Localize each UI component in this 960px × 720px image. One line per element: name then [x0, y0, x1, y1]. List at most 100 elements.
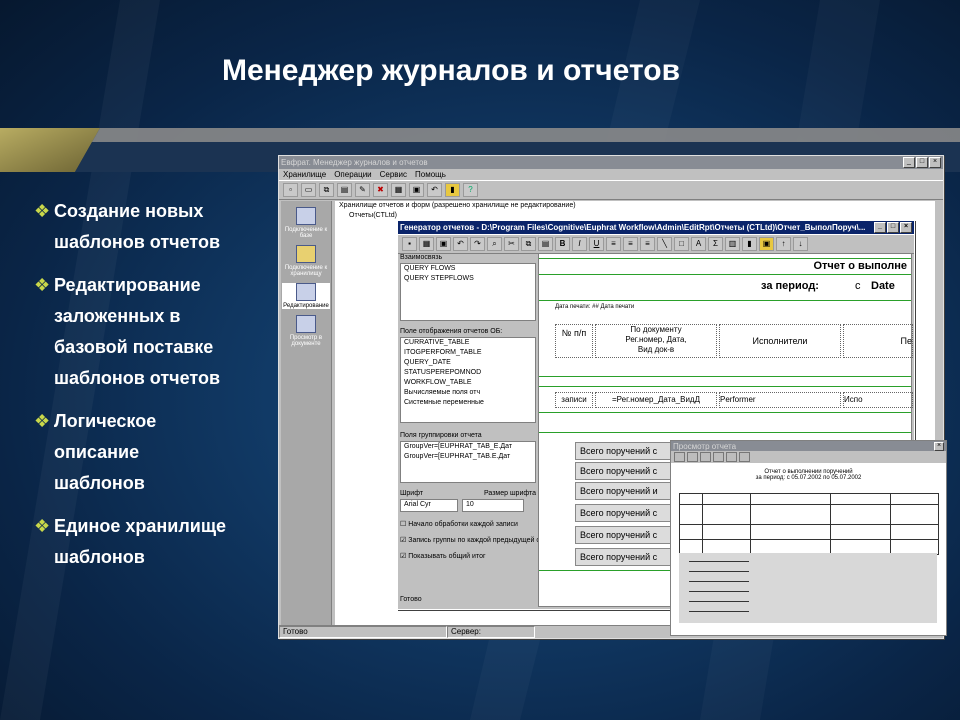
table-icon[interactable]: ▥ [725, 237, 740, 251]
italic-icon[interactable]: I [572, 237, 587, 251]
first-page-icon[interactable] [700, 452, 711, 462]
bullet-list: ❖ Создание новых шаблонов отчетов ❖ Редакт… [34, 196, 274, 585]
option-row[interactable]: ☑ Запись группы по каждой предыдущей сек… [400, 536, 559, 546]
zoom-icon[interactable] [687, 452, 698, 462]
close-button[interactable]: × [929, 157, 941, 168]
maximize-button[interactable]: □ [916, 157, 928, 168]
image-icon[interactable]: ▣ [759, 237, 774, 251]
list-item[interactable]: QUERY_DATE [401, 358, 535, 368]
col-num-header[interactable]: № п/п [555, 324, 593, 358]
generator-status: Готово [400, 596, 422, 603]
period-value: Date [871, 280, 895, 292]
last-page-icon[interactable] [739, 452, 750, 462]
underline-icon[interactable]: U [589, 237, 604, 251]
total-row[interactable]: Всего поручений с [575, 548, 677, 566]
report-title: Отчет о выполне [813, 260, 907, 272]
view-doc-button[interactable]: Просмотр в документе [282, 315, 330, 347]
total-row[interactable]: Всего поручений с [575, 504, 677, 522]
next-page-icon[interactable] [726, 452, 737, 462]
slide-title: Менеджер журналов и отчетов [222, 54, 681, 87]
open-icon[interactable]: ▭ [301, 183, 316, 197]
band-line [539, 432, 911, 433]
rect-icon[interactable]: □ [674, 237, 689, 251]
print-icon[interactable]: ▦ [391, 183, 406, 197]
font-select[interactable]: Arial Cyr [400, 499, 458, 512]
bold-icon[interactable]: B [555, 237, 570, 251]
total-row[interactable]: Всего поручений и [575, 482, 677, 500]
edit-mode-button[interactable]: Редактирование [282, 283, 330, 309]
list-item[interactable]: ITOGPERFORM_TABLE [401, 348, 535, 358]
menu-operations[interactable]: Операции [334, 170, 371, 179]
close-button[interactable]: × [934, 441, 944, 451]
tree-root[interactable]: Хранилище отчетов и форм (разрешено хран… [335, 201, 935, 211]
undo-icon[interactable]: ↶ [453, 237, 468, 251]
redo-icon[interactable]: ↷ [470, 237, 485, 251]
data-doc-cell[interactable]: =Рег.номер_Дата_ВидД [595, 392, 717, 408]
back-icon[interactable]: ↶ [427, 183, 442, 197]
list-item[interactable]: Системные переменные [401, 398, 535, 408]
line-icon[interactable]: ╲ [657, 237, 672, 251]
edit-icon[interactable]: ✎ [355, 183, 370, 197]
copy-icon[interactable]: ⧉ [319, 183, 334, 197]
font-size-select[interactable]: 10 [462, 499, 524, 512]
data-more-cell[interactable]: Испо [843, 392, 913, 408]
list-item[interactable]: QUERY STEPFLOWS [401, 274, 535, 284]
align-left-icon[interactable]: ≡ [606, 237, 621, 251]
list-item[interactable]: CURRATIVE_TABLE [401, 338, 535, 348]
list-item[interactable]: WORKFLOW_TABLE [401, 378, 535, 388]
save-icon[interactable]: ▪ [402, 237, 417, 251]
prev-page-icon[interactable] [713, 452, 724, 462]
preview-icon[interactable]: ▣ [436, 237, 451, 251]
copy-icon[interactable]: ⧉ [521, 237, 536, 251]
band-line [539, 274, 911, 275]
bullet-item: ❖ Редактирование заложенных в базовой пос… [34, 270, 274, 394]
paste-icon[interactable]: ▤ [337, 183, 352, 197]
total-row[interactable]: Всего поручений с [575, 462, 677, 480]
folder-icon[interactable]: ▮ [445, 183, 460, 197]
maximize-button[interactable]: □ [887, 222, 899, 233]
sum-icon[interactable]: Σ [708, 237, 723, 251]
status-server: Сервер: localhost:7120 [447, 626, 535, 638]
preview-icon[interactable]: ▣ [409, 183, 424, 197]
list-item[interactable]: QUERY FLOWS [401, 264, 535, 274]
connect-db-button[interactable]: Подключение к базе [282, 207, 330, 239]
option-row[interactable]: ☑ Показывать общий итог [400, 552, 536, 562]
sort-icon[interactable]: ↑ [776, 237, 791, 251]
sort-desc-icon[interactable]: ↓ [793, 237, 808, 251]
close-button[interactable]: × [900, 222, 912, 233]
list-item[interactable]: GroupVer=[EUPHRAT_TAB_E.Дат [401, 442, 535, 452]
align-right-icon[interactable]: ≡ [640, 237, 655, 251]
text-icon[interactable]: A [691, 237, 706, 251]
chart-icon[interactable]: ▮ [742, 237, 757, 251]
data-exec-cell[interactable]: Performer [719, 392, 841, 408]
minimize-button[interactable]: _ [903, 157, 915, 168]
align-center-icon[interactable]: ≡ [623, 237, 638, 251]
total-row[interactable]: Всего поручений с [575, 526, 677, 544]
print-icon[interactable] [674, 452, 685, 462]
print-icon[interactable]: ▦ [419, 237, 434, 251]
cut-icon[interactable]: ✂ [504, 237, 519, 251]
delete-icon[interactable]: ✖ [373, 183, 388, 197]
bullet-marker-icon: ❖ [34, 411, 51, 431]
option-row[interactable]: ☐ Начало обработки каждой записи [400, 520, 536, 530]
total-row[interactable]: Всего поручений с [575, 442, 677, 460]
new-icon[interactable]: ▫ [283, 183, 298, 197]
status-ready: Готово [279, 626, 447, 638]
menu-service[interactable]: Сервис [380, 170, 407, 179]
manager-toolbar: ▫ ▭ ⧉ ▤ ✎ ✖ ▦ ▣ ↶ ▮ ? [279, 180, 943, 200]
list-item[interactable]: GroupVer=[EUPHRAT_TAB.Е.Дат [401, 452, 535, 462]
col-doc-header[interactable]: По документу Рег.номер, Дата, Вид док-в [595, 324, 717, 358]
minimize-button[interactable]: _ [874, 222, 886, 233]
menu-storage[interactable]: Хранилище [283, 170, 326, 179]
list-item[interactable]: Вычисляемые поля отч [401, 388, 535, 398]
col-exec-header[interactable]: Исполнители [719, 324, 841, 358]
help-icon[interactable]: ? [463, 183, 478, 197]
edit-mode-label: Редактирование [283, 303, 329, 309]
list-item[interactable]: STATUSPEREPOMNOD [401, 368, 535, 378]
col-more-header[interactable]: Пе [843, 324, 913, 358]
zoom-icon[interactable]: ⌕ [487, 237, 502, 251]
connect-storage-button[interactable]: Подключение к хранилищу [282, 245, 330, 277]
menu-help[interactable]: Помощь [415, 170, 446, 179]
paste-icon[interactable]: ▤ [538, 237, 553, 251]
data-num-cell[interactable]: записи [555, 392, 593, 408]
